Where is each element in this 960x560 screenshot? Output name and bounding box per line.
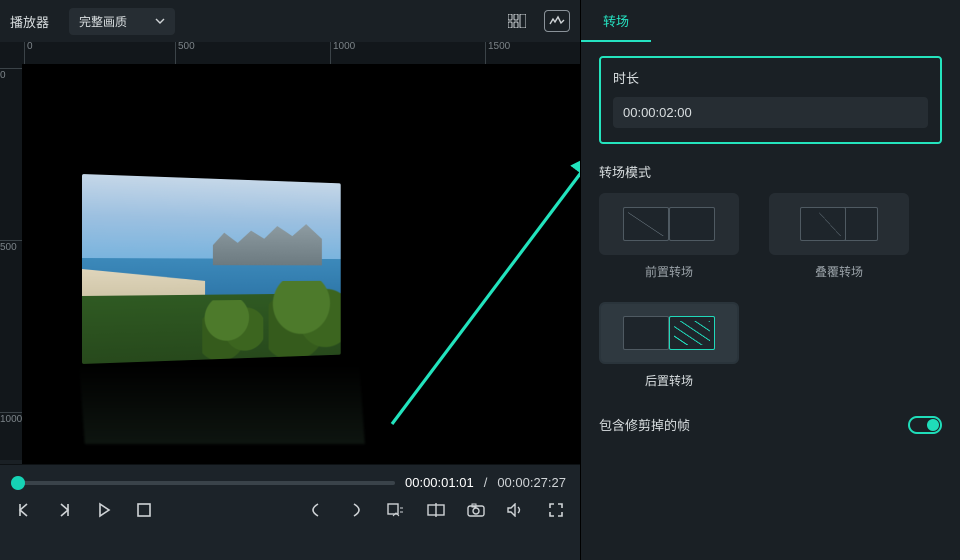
- mode-pre-thumb: [599, 193, 739, 255]
- mode-overlap-thumb: [769, 193, 909, 255]
- transition-mode-group: 前置转场 叠覆转场 后置转场: [599, 193, 942, 389]
- preview-topbar: 播放器 完整画质: [0, 0, 580, 42]
- stop-button[interactable]: [134, 500, 154, 520]
- mark-out-button[interactable]: [346, 500, 366, 520]
- preview-image: [82, 174, 341, 364]
- ruler-vertical[interactable]: 0 500 1000: [0, 64, 22, 460]
- mode-overlap-caption: 叠覆转场: [769, 263, 909, 280]
- snapshot-button[interactable]: [466, 500, 486, 520]
- scopes-icon[interactable]: [544, 10, 570, 32]
- duration-label: 时长: [613, 68, 928, 87]
- preview-pane: 播放器 完整画质 0 500 1000 1500 0 500 1000: [0, 0, 580, 560]
- ruler-v-tick: 500: [0, 240, 22, 253]
- include-trimmed-label: 包含修剪掉的帧: [599, 415, 690, 434]
- mark-in-button[interactable]: [306, 500, 326, 520]
- mode-post-caption: 后置转场: [599, 372, 739, 389]
- player-label: 播放器: [10, 12, 49, 31]
- mode-pre[interactable]: 前置转场: [599, 193, 739, 280]
- scrub-track[interactable]: [14, 481, 395, 485]
- ruler-v-tick: 0: [0, 68, 22, 81]
- preview-frame: [82, 174, 362, 364]
- transport-controls: 00:00:01:01 / 00:00:27:27: [0, 464, 580, 560]
- ruler-h-tick: 1500: [485, 42, 510, 64]
- quality-value: 完整画质: [79, 13, 127, 30]
- inspector-tabs: 转场: [581, 0, 960, 42]
- mode-post[interactable]: 后置转场: [599, 302, 739, 389]
- mode-post-thumb: [599, 302, 739, 364]
- current-time: 00:00:01:01: [405, 475, 474, 490]
- transition-panel: 时长 转场模式 前置转场 叠覆转场: [581, 42, 960, 560]
- transition-mode-label: 转场模式: [599, 162, 942, 181]
- fullscreen-button[interactable]: [546, 500, 566, 520]
- preview-reflection: [79, 364, 365, 444]
- transport-buttons: [14, 500, 566, 520]
- scrub-thumb[interactable]: [11, 476, 25, 490]
- ruler-v-tick: 1000: [0, 412, 22, 425]
- include-trimmed-toggle[interactable]: [908, 416, 942, 434]
- duration-input[interactable]: [613, 97, 928, 128]
- next-frame-button[interactable]: [54, 500, 74, 520]
- play-button[interactable]: [94, 500, 114, 520]
- preview-canvas[interactable]: [22, 64, 580, 464]
- chevron-down-icon: [155, 16, 165, 26]
- ruler-h-tick: 500: [175, 42, 195, 64]
- quality-dropdown[interactable]: 完整画质: [69, 8, 175, 35]
- duration-callout: 时长: [599, 56, 942, 144]
- include-trimmed-row: 包含修剪掉的帧: [599, 415, 942, 434]
- ruler-horizontal[interactable]: 0 500 1000 1500: [0, 42, 580, 64]
- volume-button[interactable]: [506, 500, 526, 520]
- crop-button[interactable]: [386, 500, 406, 520]
- mode-overlap[interactable]: 叠覆转场: [769, 193, 909, 280]
- ruler-h-tick: 1000: [330, 42, 355, 64]
- mode-pre-caption: 前置转场: [599, 263, 739, 280]
- annotation-arrow-icon: [372, 144, 580, 434]
- scrub-row: 00:00:01:01 / 00:00:27:27: [14, 475, 566, 490]
- total-time: 00:00:27:27: [497, 475, 566, 490]
- ruler-h-tick: 0: [24, 42, 33, 64]
- inspector-panel: 转场 时长 转场模式 前置转场 叠覆转场: [580, 0, 960, 560]
- tab-transition[interactable]: 转场: [581, 1, 651, 42]
- time-separator: /: [484, 475, 488, 490]
- compare-button[interactable]: [426, 500, 446, 520]
- timecode: 00:00:01:01 / 00:00:27:27: [405, 475, 566, 490]
- grid-layout-icon[interactable]: [504, 10, 530, 32]
- prev-frame-button[interactable]: [14, 500, 34, 520]
